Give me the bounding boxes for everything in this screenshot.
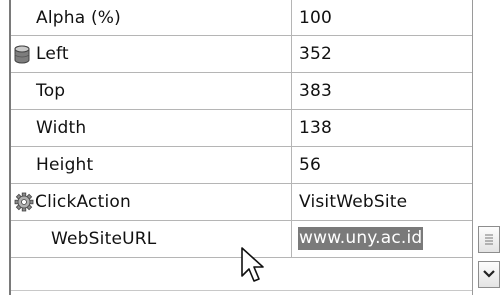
- property-row-clickaction[interactable]: ClickAction VisitWebSite: [11, 184, 472, 221]
- property-name-cell[interactable]: Height: [11, 147, 292, 183]
- property-value[interactable]: 352: [299, 44, 332, 64]
- property-row-left[interactable]: Left 352: [11, 36, 472, 73]
- property-value-cell[interactable]: 383: [292, 73, 472, 109]
- property-value-cell[interactable]: VisitWebSite: [292, 184, 472, 220]
- property-grid-window: Alpha (%) 100 Left 352 Top 383 Width 138…: [0, 0, 503, 295]
- property-row-alpha[interactable]: Alpha (%) 100: [11, 0, 472, 36]
- property-name: Alpha (%): [36, 8, 121, 28]
- database-cylinder-icon: [14, 45, 30, 64]
- property-value[interactable]: 383: [299, 81, 332, 101]
- property-grid: Alpha (%) 100 Left 352 Top 383 Width 138…: [11, 0, 472, 288]
- property-name: Width: [36, 118, 87, 138]
- lines-menu-button[interactable]: [478, 226, 500, 253]
- property-value-cell[interactable]: 352: [292, 36, 472, 72]
- property-value-cell[interactable]: 100: [292, 0, 472, 35]
- property-name-cell[interactable]: ClickAction: [11, 184, 292, 220]
- property-name: Left: [36, 44, 69, 64]
- property-value-cell[interactable]: 138: [292, 110, 472, 146]
- property-row-width[interactable]: Width 138: [11, 110, 472, 147]
- property-name: WebSiteURL: [51, 229, 157, 249]
- property-value[interactable]: 138: [299, 118, 332, 138]
- grid-right-border: [472, 0, 473, 295]
- grid-bottom-border: [11, 290, 472, 291]
- property-value-cell[interactable]: 56: [292, 147, 472, 183]
- property-value[interactable]: 56: [299, 155, 321, 175]
- property-row-top[interactable]: Top 383: [11, 73, 472, 110]
- property-name: ClickAction: [35, 192, 131, 212]
- property-name: Height: [36, 155, 94, 175]
- property-name-cell[interactable]: Width: [11, 110, 292, 146]
- gear-icon: [14, 192, 34, 212]
- property-name-cell[interactable]: Top: [11, 73, 292, 109]
- chevron-down-icon: [483, 270, 495, 278]
- property-value-input[interactable]: www.uny.ac.id: [298, 227, 424, 250]
- property-row-height[interactable]: Height 56: [11, 147, 472, 184]
- property-name: Top: [36, 81, 66, 101]
- property-value[interactable]: VisitWebSite: [299, 192, 407, 212]
- property-name-cell[interactable]: Alpha (%): [11, 0, 292, 35]
- lines-menu-icon: [485, 234, 493, 245]
- property-value-cell[interactable]: www.uny.ac.id: [292, 221, 472, 257]
- dropdown-button[interactable]: [478, 261, 500, 288]
- property-value[interactable]: 100: [299, 8, 332, 28]
- mouse-pointer-icon: [241, 247, 264, 282]
- property-name-cell[interactable]: Left: [11, 36, 292, 72]
